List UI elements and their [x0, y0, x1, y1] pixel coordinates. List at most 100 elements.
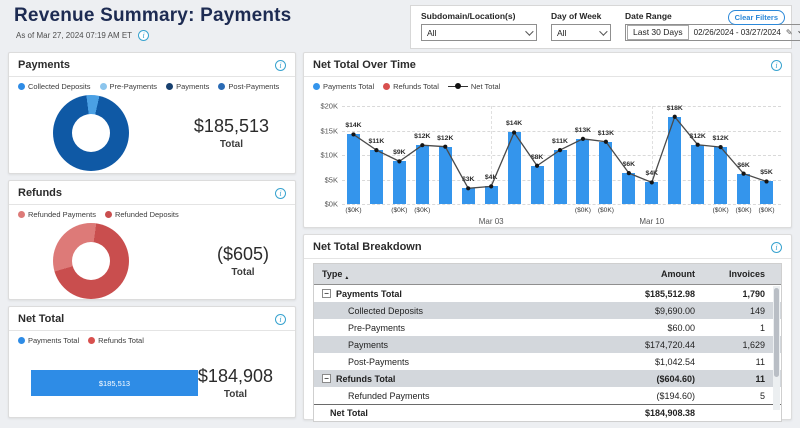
table-row[interactable]: Refunded Payments ($194.60) 5: [314, 387, 781, 404]
legend-item[interactable]: Refunds Total: [383, 82, 439, 91]
cell-amount: $60.00: [667, 322, 695, 333]
date-range-preset[interactable]: Last 30 Days: [627, 25, 689, 40]
legend-item[interactable]: Payments Total: [313, 82, 374, 91]
refunds-card-title: Refunds: [18, 187, 62, 199]
payments-bar[interactable]: [461, 188, 475, 204]
cell-amount: $1,042.54: [654, 356, 695, 367]
payments-bar[interactable]: [645, 182, 659, 204]
payments-bar[interactable]: [760, 181, 774, 204]
date-range-dropdown[interactable]: Last 30 Days 02/26/2024 - 03/27/2024 ✎: [625, 24, 800, 41]
legend-item[interactable]: Refunds Total: [88, 336, 144, 345]
refunds-donut-chart[interactable]: [53, 223, 129, 299]
clear-filters-button[interactable]: Clear Filters: [727, 10, 785, 25]
net-total-card: Net Total i Payments Total Refunds Total …: [8, 306, 296, 418]
payments-bar[interactable]: [438, 146, 452, 204]
payments-bar[interactable]: [622, 173, 636, 204]
table-row[interactable]: Collected Deposits $9,690.00 149: [314, 302, 781, 319]
bar-data-label: $4K: [484, 174, 498, 182]
subdomain-filter: Subdomain/Location(s) All: [421, 11, 537, 44]
legend-item[interactable]: Pre-Payments: [99, 82, 158, 91]
column-header-invoices[interactable]: Invoices: [695, 269, 781, 279]
legend-label: Refunded Deposits: [114, 210, 179, 219]
legend-item[interactable]: Post-Payments: [218, 82, 279, 91]
payments-total-label: Total: [219, 139, 244, 150]
payments-bar[interactable]: [714, 147, 728, 204]
breakdown-table-body: − Payments Total $185,512.98 1,790 Collected…: [314, 285, 781, 411]
breakdown-table-footer: Net Total $184,908.38: [314, 404, 781, 421]
table-row[interactable]: Payments $174,720.44 1,629: [314, 336, 781, 353]
edit-pencil-icon[interactable]: ✎: [786, 28, 793, 37]
cell-invoices: 149: [749, 305, 765, 316]
legend-item[interactable]: Refunded Payments: [18, 210, 96, 219]
info-icon[interactable]: i: [771, 59, 782, 71]
day-of-week-dropdown[interactable]: All: [551, 24, 611, 41]
bar-data-label: $12K: [712, 135, 729, 143]
cell-type: Refunded Payments: [314, 391, 545, 401]
bar-data-label: $9K: [393, 149, 406, 157]
collapse-icon[interactable]: −: [322, 374, 331, 383]
info-icon[interactable]: i: [138, 30, 150, 41]
payments-bar[interactable]: [415, 145, 429, 204]
subdomain-dropdown[interactable]: All: [421, 24, 537, 41]
refund-data-label: ($0K): [597, 207, 614, 214]
bar-data-label: $11K: [552, 138, 568, 146]
cell-type: Post-Payments: [314, 357, 545, 367]
legend-item[interactable]: Payments: [166, 82, 209, 91]
legend-dot-icon: [88, 337, 96, 344]
bar-data-label: $4K: [645, 170, 659, 178]
payments-card: Payments i Collected Deposits Pre-Payment…: [8, 52, 296, 174]
legend-item[interactable]: Payments Total: [18, 336, 79, 345]
subdomain-label: Subdomain/Location(s): [421, 11, 516, 21]
bar-data-label: $13K: [597, 129, 614, 137]
table-row[interactable]: − Refunds Total ($604.60) 11: [314, 370, 781, 387]
table-row[interactable]: Post-Payments $1,042.54 11: [314, 353, 781, 370]
breakdown-card-title: Net Total Breakdown: [313, 241, 422, 253]
legend-label: Pre-Payments: [109, 82, 158, 91]
net-total-label: Total: [223, 389, 248, 400]
cell-type: − Refunds Total: [314, 374, 545, 384]
payments-bar[interactable]: [346, 134, 360, 204]
payments-bar[interactable]: [507, 132, 521, 204]
table-row[interactable]: − Payments Total $185,512.98 1,790: [314, 285, 781, 302]
legend-item[interactable]: Collected Deposits: [18, 82, 91, 91]
legend-dot-icon: [99, 83, 107, 90]
collapse-icon[interactable]: −: [322, 289, 331, 298]
info-icon[interactable]: i: [275, 59, 286, 71]
payments-total-block: $185,513 Total: [194, 116, 269, 150]
payments-bar[interactable]: [553, 150, 567, 204]
legend-label: Refunded Payments: [28, 210, 96, 219]
table-scrollbar: [773, 286, 780, 410]
payments-legend: Collected Deposits Pre-Payments Payments Po…: [9, 77, 295, 92]
net-total-body: $185,513 $184,908 Total: [9, 346, 295, 410]
content: Payments i Collected Deposits Pre-Payment…: [0, 52, 800, 422]
payments-bar[interactable]: [392, 161, 406, 204]
scrollbar-thumb[interactable]: [774, 288, 779, 378]
bar-data-label: $5K: [760, 169, 773, 177]
payments-bar[interactable]: [369, 150, 383, 204]
payments-bar[interactable]: [599, 141, 613, 204]
column-header-type[interactable]: Type ▲: [314, 268, 545, 281]
table-row[interactable]: Pre-Payments $60.00 1: [314, 319, 781, 336]
column-header-amount[interactable]: Amount: [545, 269, 695, 279]
payments-bar[interactable]: [530, 165, 544, 204]
payments-bar[interactable]: [668, 116, 682, 204]
payments-bar[interactable]: [737, 173, 751, 204]
left-column: Payments i Collected Deposits Pre-Payment…: [8, 52, 296, 420]
bar-data-label: $6K: [622, 161, 636, 169]
payments-donut-chart[interactable]: [53, 95, 129, 171]
legend-label: Collected Deposits: [28, 82, 91, 91]
payments-bar[interactable]: [484, 186, 498, 204]
payments-bar[interactable]: [576, 138, 590, 204]
y-axis-tick: $15K: [320, 126, 338, 135]
legend-item[interactable]: Refunded Deposits: [104, 210, 179, 219]
payments-bar[interactable]: [691, 144, 705, 204]
info-icon[interactable]: i: [275, 187, 286, 199]
over-time-card-title: Net Total Over Time: [313, 59, 416, 71]
legend-item[interactable]: Net Total: [447, 82, 500, 91]
cell-invoices: 5: [759, 390, 765, 401]
net-total-bar[interactable]: $185,513: [31, 370, 198, 396]
refunds-legend: Refunded Payments Refunded Deposits: [9, 205, 295, 220]
info-icon[interactable]: i: [275, 313, 286, 325]
info-icon[interactable]: i: [771, 241, 782, 253]
cell-amount: $185,512.98: [644, 288, 695, 299]
